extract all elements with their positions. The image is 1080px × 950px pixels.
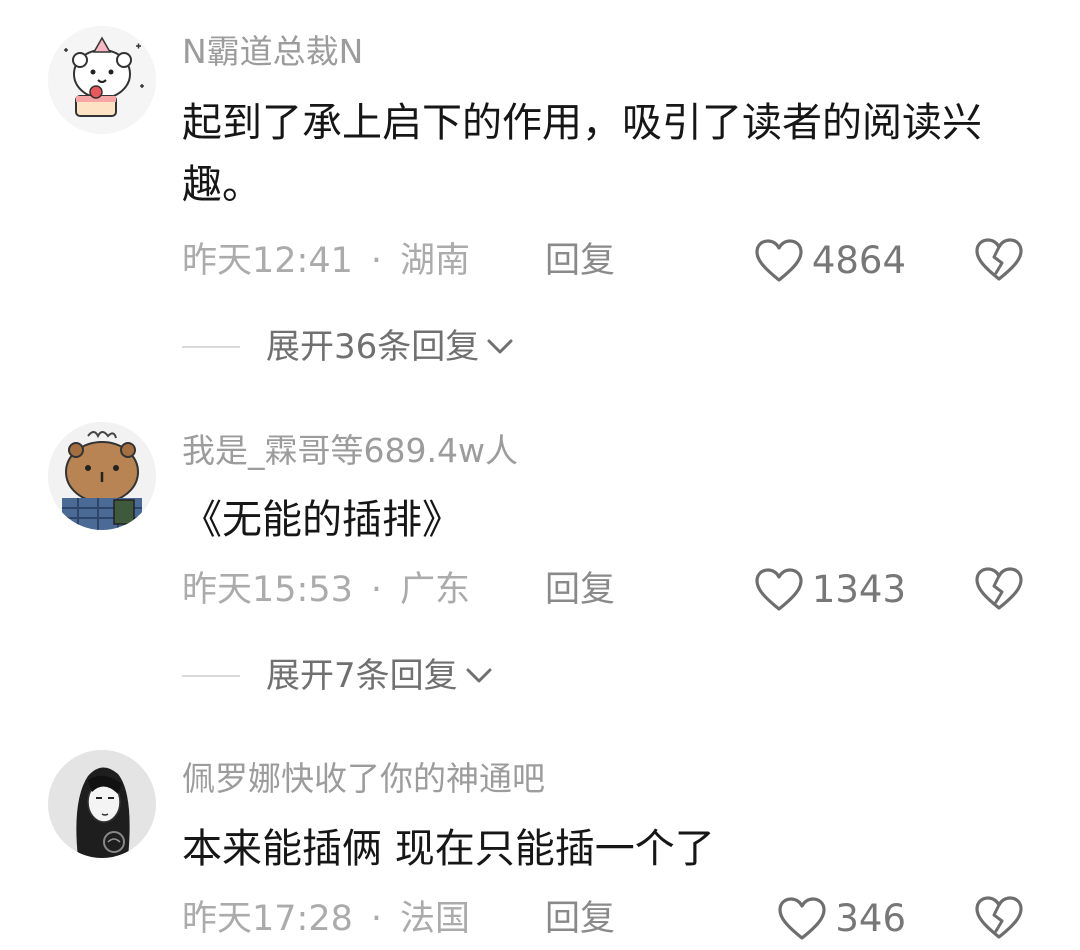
broken-heart-icon: [975, 896, 1023, 939]
expand-replies-button[interactable]: 展开7条回复: [182, 656, 494, 696]
heart-icon: [778, 897, 826, 940]
meta-separator: ·: [370, 241, 383, 281]
broken-heart-icon: [975, 567, 1023, 610]
like-button[interactable]: 346: [777, 895, 906, 943]
like-count: 346: [835, 897, 906, 940]
avatar[interactable]: [48, 26, 156, 134]
comment-meta: 昨天17:28 · 法国: [182, 899, 470, 939]
reply-button[interactable]: 回复: [545, 570, 615, 610]
comment-location: 广东: [400, 570, 471, 610]
like-count: 4864: [811, 239, 906, 282]
chevron-down-icon: [466, 668, 492, 683]
username[interactable]: 我是_霖哥等689.4w人: [182, 431, 518, 471]
comment-text: 起到了承上启下的作用，吸引了读者的阅读兴趣。: [182, 100, 982, 208]
reply-button[interactable]: 回复: [545, 899, 615, 939]
comment-text: 本来能插俩 现在只能插一个了: [182, 826, 715, 872]
like-button[interactable]: 4864: [754, 237, 906, 285]
comment-text: 《无能的插排》: [182, 497, 462, 543]
dislike-button[interactable]: [974, 566, 1024, 614]
comment-meta: 昨天12:41 · 湖南: [182, 241, 470, 281]
reply-button[interactable]: 回复: [545, 241, 615, 281]
expand-replies-label: 展开7条回复: [266, 656, 458, 696]
avatar[interactable]: [48, 750, 156, 858]
dislike-button[interactable]: [974, 895, 1024, 943]
expand-replies-label: 展开36条回复: [266, 327, 480, 367]
broken-heart-icon: [975, 238, 1023, 281]
divider: [182, 675, 240, 677]
white-bear-cake-avatar-icon: [48, 26, 156, 134]
comment-time: 昨天12:41: [182, 241, 353, 281]
heart-icon: [755, 239, 803, 282]
dislike-button[interactable]: [974, 237, 1024, 285]
divider: [182, 346, 240, 348]
meta-separator: ·: [370, 899, 383, 939]
comment-time: 昨天17:28: [182, 899, 353, 939]
sketch-girl-avatar-icon: [48, 750, 156, 858]
meta-separator: ·: [370, 570, 383, 610]
chevron-down-icon: [487, 339, 513, 354]
username[interactable]: 佩罗娜快收了你的神通吧: [182, 759, 545, 799]
username[interactable]: N霸道总裁N: [182, 32, 363, 72]
comment-meta: 昨天15:53 · 广东: [182, 570, 470, 610]
avatar[interactable]: [48, 422, 156, 530]
heart-icon: [755, 568, 803, 611]
expand-replies-button[interactable]: 展开36条回复: [182, 327, 515, 367]
like-count: 1343: [811, 568, 906, 611]
comment-time: 昨天15:53: [182, 570, 353, 610]
comment-location: 法国: [400, 899, 471, 939]
capybara-avatar-icon: [48, 422, 156, 530]
comment-location: 湖南: [400, 241, 471, 281]
like-button[interactable]: 1343: [754, 566, 906, 614]
